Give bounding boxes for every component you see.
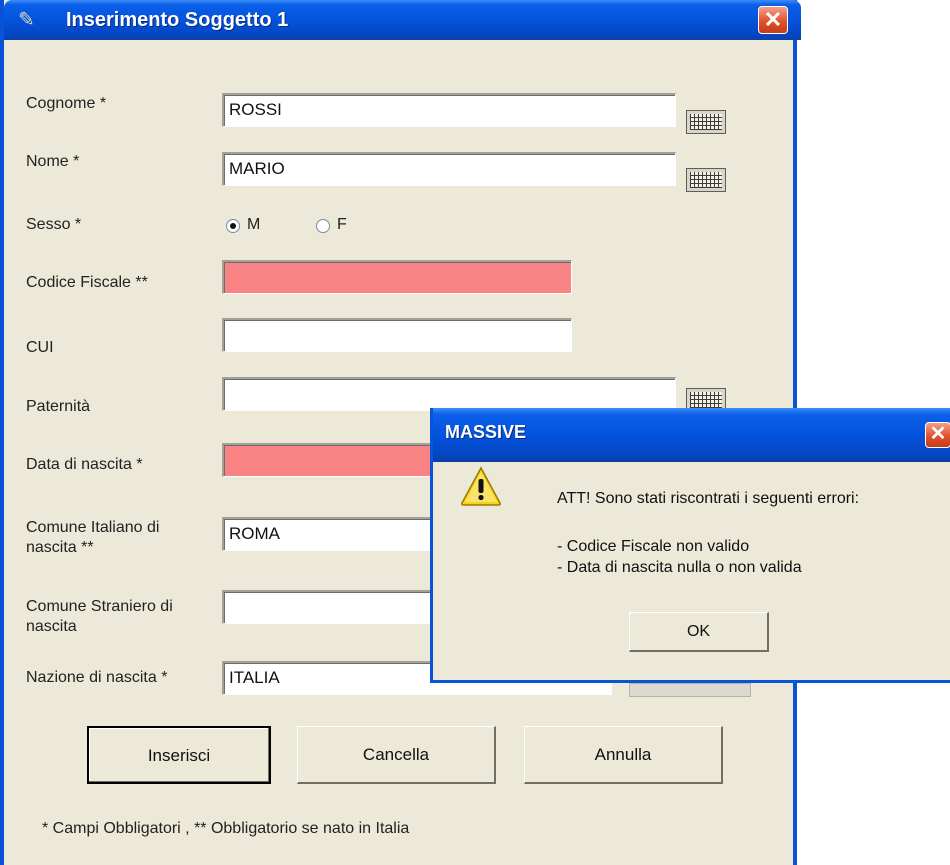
cui-label: CUI <box>26 339 54 356</box>
comune-straniero-label-1: Comune Straniero di <box>26 598 173 615</box>
dialog-title: MASSIVE <box>445 422 527 442</box>
comune-italiano-label-2: nascita ** <box>26 539 94 556</box>
codice-fiscale-field[interactable] <box>222 260 572 294</box>
app-icon: ✎ <box>18 9 35 31</box>
sesso-f-radio[interactable] <box>316 219 330 233</box>
comune-straniero-label-2: nascita <box>26 618 77 635</box>
warning-icon <box>461 466 501 506</box>
keyboard-icon[interactable] <box>686 168 726 192</box>
dialog-title-bar[interactable]: MASSIVE ✕ <box>433 408 950 462</box>
cognome-field[interactable]: ROSSI <box>222 93 676 127</box>
cancella-button[interactable]: Cancella <box>297 726 496 784</box>
ok-button[interactable]: OK <box>629 612 769 652</box>
window-title: Inserimento Soggetto 1 <box>66 9 289 31</box>
codice-fiscale-label: Codice Fiscale ** <box>26 274 148 291</box>
title-bar[interactable]: ✎ Inserimento Soggetto 1 ✕ <box>4 0 801 40</box>
paternita-label: Paternità <box>26 398 91 415</box>
nome-field[interactable]: MARIO <box>222 152 676 186</box>
dialog-message: ATT! Sono stati riscontrati i seguenti e… <box>557 490 860 507</box>
dialog-error-item: - Data di nascita nulla o non valida <box>557 559 802 576</box>
annulla-button[interactable]: Annulla <box>524 726 723 784</box>
cui-field[interactable] <box>222 318 572 352</box>
dialog-close-button[interactable]: ✕ <box>925 422 950 448</box>
error-dialog: MASSIVE ✕ ATT! Sono stati riscontrati i … <box>430 408 950 683</box>
comune-straniero-field[interactable] <box>222 590 432 624</box>
footnote: * Campi Obbligatori , ** Obbligatorio se… <box>42 820 410 837</box>
paternita-field[interactable] <box>222 377 676 411</box>
nazione-label: Nazione di nascita * <box>26 669 168 686</box>
dialog-error-item: - Codice Fiscale non valido <box>557 538 750 555</box>
sesso-m-label: M <box>247 216 261 233</box>
inserisci-button[interactable]: Inserisci <box>87 726 271 784</box>
comune-italiano-label-1: Comune Italiano di <box>26 519 160 536</box>
data-nascita-field[interactable] <box>222 443 432 477</box>
keyboard-icon[interactable] <box>686 110 726 134</box>
sesso-f-label: F <box>337 216 347 233</box>
sesso-m-radio[interactable] <box>226 219 240 233</box>
data-nascita-label: Data di nascita * <box>26 456 143 473</box>
sesso-label: Sesso * <box>26 216 82 233</box>
nome-label: Nome * <box>26 153 80 170</box>
close-button[interactable]: ✕ <box>758 6 788 34</box>
comune-italiano-field[interactable]: ROMA <box>222 517 432 551</box>
cognome-label: Cognome * <box>26 95 107 112</box>
nazione-code-field[interactable] <box>629 683 751 697</box>
